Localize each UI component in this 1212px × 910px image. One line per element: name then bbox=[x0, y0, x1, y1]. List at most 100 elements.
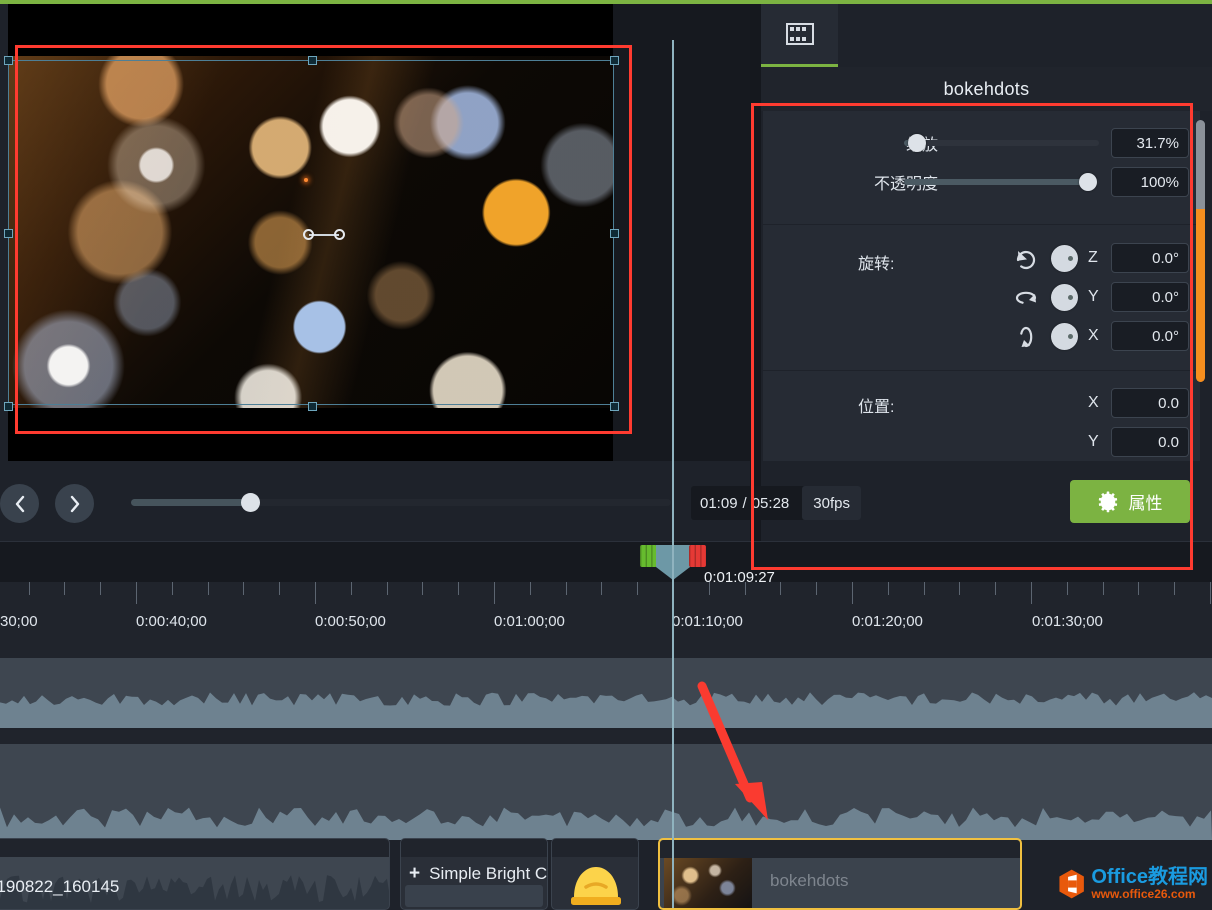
playhead-line bbox=[672, 40, 674, 908]
timeline-ruler[interactable]: 30;00 0:00:40;00 0:00:50;00 0:01:00;00 0… bbox=[0, 582, 1212, 644]
properties-button[interactable]: 属性 bbox=[1070, 480, 1190, 523]
clip-audio-label: 0190822_160145 bbox=[0, 877, 120, 896]
current-time: 01:09 bbox=[700, 494, 738, 512]
track-1-body[interactable] bbox=[0, 658, 1212, 728]
opacity-slider[interactable] bbox=[904, 173, 1099, 191]
rotate-x-value-field[interactable]: 0.0° bbox=[1111, 321, 1189, 351]
watermark-line-2: www.office26.com bbox=[1091, 887, 1196, 902]
ruler-label-2: 0:00:50;00 bbox=[315, 613, 386, 630]
ruler-label-4: 0:01:10;00 bbox=[672, 613, 743, 630]
plus-icon: + bbox=[409, 863, 421, 884]
ruler-label-0: 30;00 bbox=[0, 613, 38, 630]
anchor-point-circle[interactable] bbox=[303, 229, 314, 240]
scale-slider[interactable] bbox=[904, 134, 1099, 152]
chevron-right-icon bbox=[70, 495, 79, 512]
position-x-axis-label: X bbox=[1088, 394, 1099, 411]
top-accent-bar bbox=[0, 0, 1212, 4]
tabbar-empty-area bbox=[838, 3, 1212, 67]
rotate-x-axis-label: X bbox=[1088, 327, 1099, 344]
clip-audio-recording[interactable]: 0190822_160145 bbox=[0, 838, 390, 910]
properties-button-label: 属性 bbox=[1128, 494, 1163, 513]
clip-bokeh-thumbnail bbox=[664, 858, 752, 908]
total-time: 05:28 bbox=[751, 494, 790, 512]
track-2-body[interactable] bbox=[0, 744, 1212, 840]
in-point-handle[interactable] bbox=[640, 545, 657, 567]
seek-slider[interactable] bbox=[131, 493, 671, 512]
properties-scrollbar[interactable] bbox=[1196, 120, 1205, 382]
seek-slider-knob[interactable] bbox=[241, 493, 260, 512]
rotate-z-value-field[interactable]: 0.0° bbox=[1111, 243, 1189, 273]
rotate-z-knob[interactable] bbox=[1051, 245, 1078, 272]
rotate-y-axis-label: Y bbox=[1088, 288, 1099, 305]
clip-title-simple-bright[interactable]: + Simple Bright C bbox=[400, 838, 548, 910]
rotate-x-knob[interactable] bbox=[1051, 323, 1078, 350]
position-label: 位置: bbox=[858, 399, 895, 416]
clip-bokeh-header bbox=[660, 840, 1020, 858]
properties-scrollbar-thumb[interactable] bbox=[1196, 120, 1205, 382]
scale-value-field[interactable]: 31.7% bbox=[1111, 128, 1189, 158]
clip-title-label: Simple Bright C bbox=[429, 864, 548, 883]
office-logo-icon bbox=[1059, 869, 1084, 899]
preview-left-rail bbox=[0, 3, 8, 461]
anchor-rotate-circle[interactable] bbox=[334, 229, 345, 240]
opacity-slider-knob[interactable] bbox=[1079, 173, 1097, 191]
rotate-z-axis-label: Z bbox=[1088, 249, 1098, 266]
watermark-text: Office教程网 www.office26.com bbox=[1091, 867, 1208, 901]
tab-video[interactable] bbox=[761, 3, 838, 67]
track-2-waveform bbox=[0, 807, 1212, 840]
opacity-slider-fill bbox=[904, 179, 1088, 185]
ruler-label-6: 0:01:30;00 bbox=[1032, 613, 1103, 630]
opacity-value-field[interactable]: 100% bbox=[1111, 167, 1189, 197]
panel-tabbar bbox=[761, 3, 1212, 67]
watermark-line-1: Office教程网 bbox=[1091, 866, 1208, 889]
time-values: 01:09 / 05:28 bbox=[691, 486, 798, 520]
position-section: 位置: X 0.0 Y 0.0 bbox=[763, 371, 1200, 461]
timeline-track-1[interactable] bbox=[0, 644, 1212, 728]
rotation-label: 旋转: bbox=[858, 256, 895, 273]
timeline-track-2[interactable] bbox=[0, 730, 1212, 840]
clip-helmet-header bbox=[552, 839, 638, 857]
bokeh-spark-dot bbox=[304, 178, 308, 182]
position-y-value-field[interactable]: 0.0 bbox=[1111, 427, 1189, 457]
opacity-row: 不透明度 100% bbox=[763, 163, 1200, 201]
chevron-left-icon bbox=[15, 495, 24, 512]
clip-title-label-wrap: + Simple Bright C bbox=[409, 863, 547, 885]
transform-sliders-section: 缩放 31.7% 不透明度 100% bbox=[763, 111, 1200, 224]
panel-title: bokehdots bbox=[761, 67, 1212, 111]
track-1-waveform bbox=[0, 692, 1212, 728]
next-frame-button[interactable] bbox=[55, 484, 94, 523]
previous-frame-button[interactable] bbox=[0, 484, 39, 523]
clip-title-header bbox=[401, 839, 547, 857]
scale-slider-knob[interactable] bbox=[908, 134, 926, 152]
film-strip-icon bbox=[785, 22, 814, 45]
gear-icon bbox=[1098, 491, 1117, 512]
time-separator: / bbox=[742, 494, 747, 512]
ruler-label-5: 0:01:20;00 bbox=[852, 613, 923, 630]
timeline-marker-strip[interactable]: 0:01:09;27 bbox=[0, 542, 1212, 586]
out-point-handle[interactable] bbox=[689, 545, 706, 567]
helmet-icon bbox=[571, 867, 621, 905]
rotation-anchor-handle[interactable] bbox=[303, 229, 347, 241]
clip-sticker-helmet[interactable] bbox=[551, 838, 639, 910]
ruler-label-1: 0:00:40;00 bbox=[136, 613, 207, 630]
clip-overlay-bokehdots[interactable]: bokehdots bbox=[658, 838, 1022, 910]
fps-display[interactable]: 30fps bbox=[802, 486, 861, 520]
annotation-arrow bbox=[697, 681, 768, 820]
clip-title-subbar[interactable] bbox=[405, 885, 543, 907]
rotate-y-icon bbox=[1015, 291, 1037, 304]
scale-row: 缩放 31.7% bbox=[763, 124, 1200, 162]
position-y-axis-label: Y bbox=[1088, 433, 1099, 450]
position-x-value-field[interactable]: 0.0 bbox=[1111, 388, 1189, 418]
seek-slider-fill bbox=[131, 499, 248, 506]
track-2-header bbox=[0, 730, 1212, 744]
track-1-header bbox=[0, 644, 1212, 658]
rotate-y-value-field[interactable]: 0.0° bbox=[1111, 282, 1189, 312]
clip-bokeh-label: bokehdots bbox=[770, 871, 849, 890]
rotate-y-knob[interactable] bbox=[1051, 284, 1078, 311]
preview-pane bbox=[0, 3, 750, 461]
rotate-x-icon bbox=[1020, 326, 1033, 348]
timeline-clip-row: 0190822_160145 + Simple Bright C bokehdo… bbox=[0, 838, 1212, 910]
rotation-section: 旋转: Z 0.0° Y 0.0° X 0.0° bbox=[763, 225, 1200, 370]
ruler-label-3: 0:01:00;00 bbox=[494, 613, 565, 630]
rotate-z-icon bbox=[1016, 250, 1036, 270]
